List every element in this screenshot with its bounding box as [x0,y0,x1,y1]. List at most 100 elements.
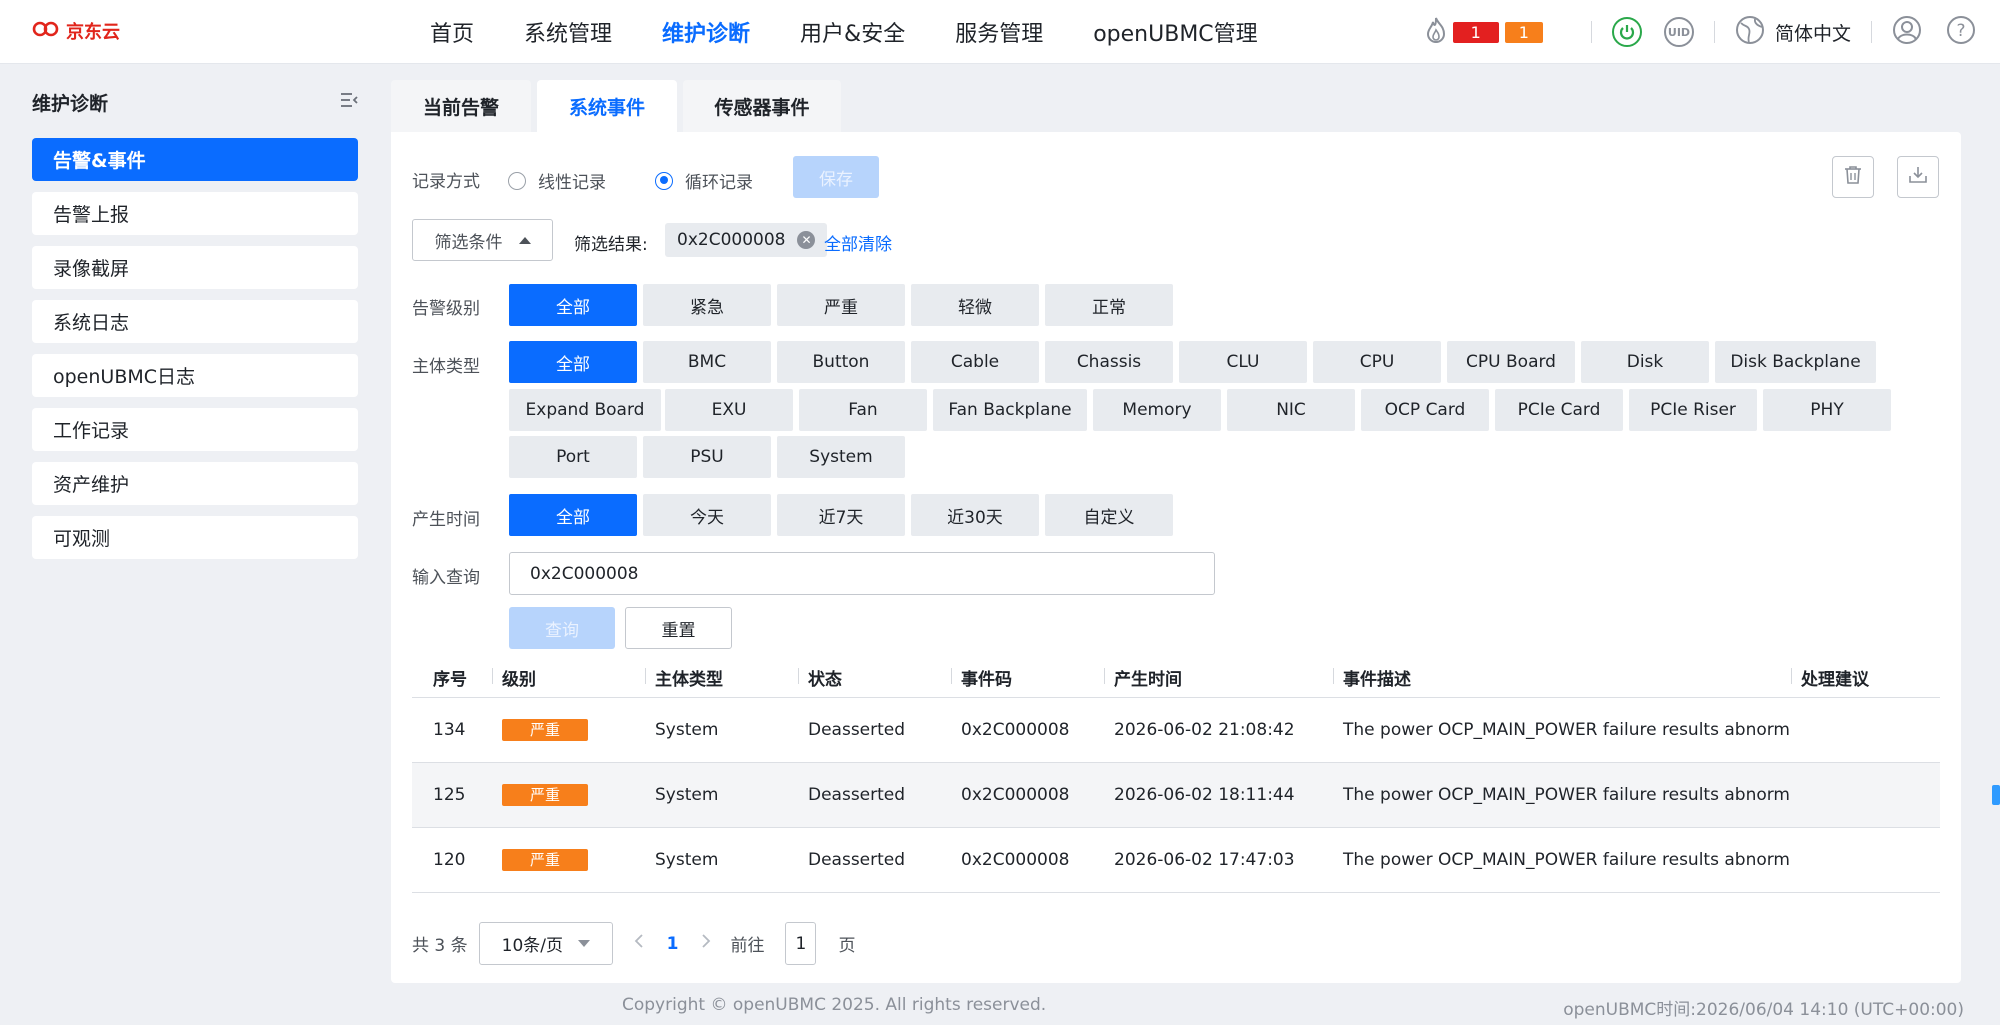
radio-circular[interactable]: 循环记录 [655,168,753,193]
close-icon[interactable]: ✕ [797,231,816,249]
sidebar-item-alarm-reporting[interactable]: 告警上报 [32,192,358,235]
level-option-all[interactable]: 全部 [509,284,637,326]
subject-option-fan-backplane[interactable]: Fan Backplane [933,389,1087,431]
severity-badge: 严重 [502,719,588,741]
delete-button[interactable] [1832,156,1874,198]
subject-option-pcie-riser[interactable]: PCIe Riser [1629,389,1757,431]
level-option-emergency[interactable]: 紧急 [643,284,771,326]
level-option-normal[interactable]: 正常 [1045,284,1173,326]
tab-sensor-events[interactable]: 传感器事件 [683,80,841,132]
time-option-custom[interactable]: 自定义 [1045,494,1173,536]
sidebar: 维护诊断 告警&事件 告警上报 录像截屏 系统日志 openUBMC日志 工作记… [32,82,358,570]
subject-option-all[interactable]: 全部 [509,341,637,383]
globe-icon [1735,15,1765,50]
subject-option-clu[interactable]: CLU [1179,341,1307,383]
sidebar-item-observability[interactable]: 可观测 [32,516,358,559]
radio-linear-indicator[interactable] [508,171,526,190]
goto-page-input[interactable]: 1 [785,922,817,965]
footer-system-time: openUBMC时间:2026/06/04 14:10 (UTC+00:00) [1563,1000,1964,1020]
subject-option-expand-board[interactable]: Expand Board [509,389,661,431]
uid-icon[interactable]: UID [1663,17,1694,47]
alarm-summary[interactable]: 1 1 [1425,16,1543,49]
filter-conditions-label: 筛选条件 [434,232,503,253]
radio-circular-label: 循环记录 [685,173,753,193]
nav-service-management[interactable]: 服务管理 [955,16,1043,48]
radio-circular-indicator[interactable] [655,171,673,190]
time-label: 产生时间 [412,510,480,530]
query-input[interactable]: 0x2C000008 [509,552,1215,595]
sidebar-item-system-log[interactable]: 系统日志 [32,300,358,343]
col-subject: 主体类型 [645,665,798,690]
reset-button[interactable]: 重置 [625,607,732,649]
pagination: 共 3 条 10条/页 1 前往 1 页 [412,922,855,965]
subject-option-fan[interactable]: Fan [799,389,927,431]
cell-event-code: 0x2C000008 [961,850,1070,870]
radio-linear[interactable]: 线性记录 [508,168,606,193]
page-scrollbar[interactable] [1992,64,2000,1025]
logo[interactable]: 京东云 [32,18,120,44]
trash-icon [1844,165,1862,190]
search-button[interactable]: 查询 [509,607,615,649]
subject-option-button[interactable]: Button [777,341,905,383]
filter-conditions-button[interactable]: 筛选条件 [412,219,553,261]
page-number-current[interactable]: 1 [667,934,679,954]
subject-option-cable[interactable]: Cable [911,341,1039,383]
subject-option-phy[interactable]: PHY [1763,389,1891,431]
nav-system-management[interactable]: 系统管理 [524,16,612,48]
sidebar-item-video-screenshot[interactable]: 录像截屏 [32,246,358,289]
cell-state: Deasserted [808,785,906,805]
table-row[interactable]: 120 严重 System Deasserted 0x2C000008 2026… [412,828,1940,893]
subject-option-psu[interactable]: PSU [643,436,771,478]
level-option-minor[interactable]: 轻微 [911,284,1039,326]
tab-current-alarms[interactable]: 当前告警 [391,80,531,132]
collapse-menu-icon[interactable] [340,91,358,113]
subject-option-ocp-card[interactable]: OCP Card [1361,389,1489,431]
subject-option-port[interactable]: Port [509,436,637,478]
tab-system-events[interactable]: 系统事件 [537,80,677,132]
power-icon[interactable] [1611,17,1642,47]
nav-maintenance-diagnosis[interactable]: 维护诊断 [662,16,750,48]
subject-type-label: 主体类型 [412,357,480,377]
subject-option-memory[interactable]: Memory [1093,389,1221,431]
page-size-select[interactable]: 10条/页 [478,922,613,965]
nav-user-security[interactable]: 用户&安全 [800,16,905,48]
table-row[interactable]: 134 严重 System Deasserted 0x2C000008 2026… [412,698,1940,763]
subject-option-system[interactable]: System [777,436,905,478]
subject-option-cpu-board[interactable]: CPU Board [1447,341,1575,383]
level-option-critical[interactable]: 严重 [777,284,905,326]
divider [1590,21,1592,43]
major-alarm-count[interactable]: 1 [1504,21,1543,43]
next-page-icon[interactable] [700,932,712,955]
language-switch[interactable]: 简体中文 [1735,15,1851,50]
time-option-30days[interactable]: 近30天 [911,494,1039,536]
subject-option-disk-backplane[interactable]: Disk Backplane [1715,341,1876,383]
critical-alarm-count[interactable]: 1 [1452,21,1499,43]
subject-option-bmc[interactable]: BMC [643,341,771,383]
time-option-7days[interactable]: 近7天 [777,494,905,536]
prev-page-icon[interactable] [633,932,645,955]
clear-all-link[interactable]: 全部清除 [824,230,892,255]
sidebar-item-openubmc-log[interactable]: openUBMC日志 [32,354,358,397]
subject-option-disk[interactable]: Disk [1581,341,1709,383]
sidebar-item-asset-maintenance[interactable]: 资产维护 [32,462,358,505]
download-button[interactable] [1897,156,1939,198]
subject-option-exu[interactable]: EXU [665,389,793,431]
subject-option-nic[interactable]: NIC [1227,389,1355,431]
main-panel: 记录方式 线性记录 循环记录 保存 筛选条件 筛选结果: 0x2C000008 … [391,132,1961,983]
subject-option-pcie-card[interactable]: PCIe Card [1495,389,1623,431]
page-scrollbar-thumb[interactable] [1992,785,2000,805]
time-option-all[interactable]: 全部 [509,494,637,536]
help-icon[interactable]: ? [1946,15,1976,50]
save-button[interactable]: 保存 [793,156,879,198]
col-description: 事件描述 [1333,665,1791,690]
subject-option-cpu[interactable]: CPU [1313,341,1441,383]
user-icon[interactable] [1892,15,1922,50]
table-row[interactable]: 125 严重 System Deasserted 0x2C000008 2026… [412,763,1940,828]
sidebar-item-work-record[interactable]: 工作记录 [32,408,358,451]
nav-home[interactable]: 首页 [430,16,474,48]
nav-openubmc-management[interactable]: openUBMC管理 [1093,16,1257,48]
subject-option-chassis[interactable]: Chassis [1045,341,1173,383]
top-header: 京东云 首页 系统管理 维护诊断 用户&安全 服务管理 openUBMC管理 1… [0,0,2000,64]
sidebar-item-alarms-events[interactable]: 告警&事件 [32,138,358,181]
time-option-today[interactable]: 今天 [643,494,771,536]
